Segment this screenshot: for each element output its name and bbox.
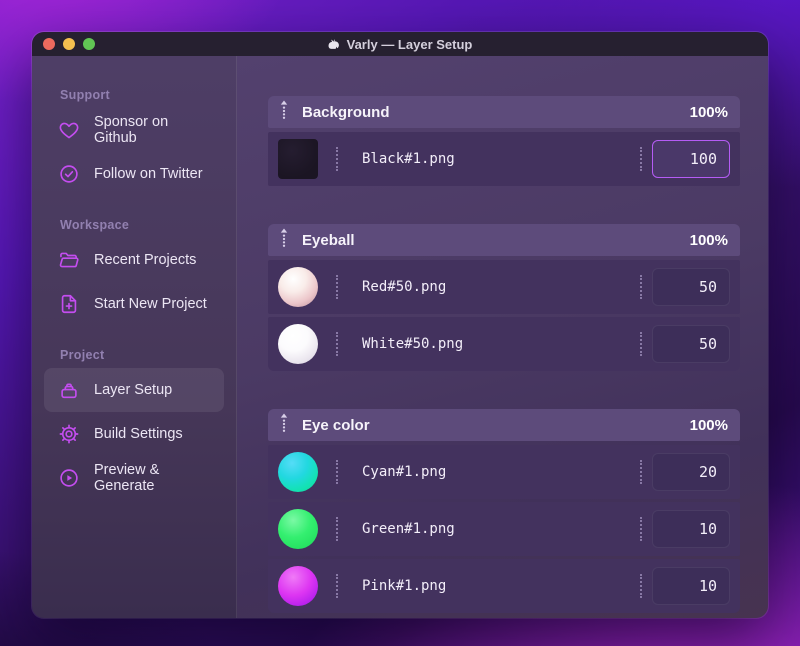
drag-grip-icon[interactable] xyxy=(640,147,642,171)
layer-row[interactable]: Green#1.png xyxy=(268,502,740,556)
drag-handle-icon[interactable] xyxy=(278,99,290,126)
drag-grip-icon[interactable] xyxy=(336,275,338,299)
group-rows: Cyan#1.png Green#1.png xyxy=(268,445,740,613)
drag-grip-icon[interactable] xyxy=(640,275,642,299)
sidebar-section-label-workspace: Workspace xyxy=(60,218,130,232)
sidebar-item-start-new-project[interactable]: Start New Project xyxy=(44,282,224,326)
weight-input[interactable] xyxy=(652,510,730,548)
drag-grip-icon[interactable] xyxy=(336,332,338,356)
layer-filename: Black#1.png xyxy=(362,151,455,167)
layer-group-background: Background 100% Black#1.png xyxy=(268,96,740,186)
sidebar-item-label: Layer Setup xyxy=(94,382,173,398)
group-weight: 100% xyxy=(689,231,728,249)
weight-input[interactable] xyxy=(652,268,730,306)
heart-icon xyxy=(58,119,80,141)
play-circle-icon xyxy=(58,467,80,489)
layers-bag-icon xyxy=(58,379,80,401)
unicorn-icon xyxy=(328,38,341,51)
layer-thumbnail-red xyxy=(278,267,318,307)
drag-grip-icon[interactable] xyxy=(640,460,642,484)
layer-filename: Green#1.png xyxy=(362,521,455,537)
app-window: Varly — Layer Setup Support Sponsor on G… xyxy=(32,32,768,618)
layer-thumbnail-green xyxy=(278,509,318,549)
layer-thumbnail-pink xyxy=(278,566,318,606)
layer-setup-panel: Background 100% Black#1.png 100 Eyeball … xyxy=(237,56,768,618)
drag-grip-icon[interactable] xyxy=(336,147,338,171)
group-title: Eyeball xyxy=(302,231,355,249)
layer-group-eyeball: Eyeball 100% Red#50.png 50 White#50.png … xyxy=(268,224,740,371)
layer-thumbnail-white xyxy=(278,324,318,364)
sidebar: Support Sponsor on Github Follow on Twit… xyxy=(32,56,237,618)
sidebar-item-label: Start New Project xyxy=(94,296,207,312)
verified-check-icon xyxy=(58,163,80,185)
titlebar[interactable]: Varly — Layer Setup xyxy=(32,32,768,56)
group-weight: 100% xyxy=(689,416,728,434)
drag-handle-icon[interactable] xyxy=(278,412,290,439)
drag-grip-icon[interactable] xyxy=(640,332,642,356)
sidebar-section-label-support: Support xyxy=(60,88,111,102)
traffic-lights xyxy=(43,32,95,56)
gear-icon xyxy=(58,423,80,445)
drag-grip-icon[interactable] xyxy=(640,517,642,541)
group-title: Eye color xyxy=(302,416,370,434)
sidebar-item-recent-projects[interactable]: Recent Projects xyxy=(44,238,224,282)
weight-input[interactable] xyxy=(652,453,730,491)
sidebar-item-layer-setup[interactable]: Layer Setup xyxy=(44,368,224,412)
drag-handle-icon[interactable] xyxy=(278,227,290,254)
weight-input[interactable] xyxy=(652,567,730,605)
sidebar-item-sponsor-github[interactable]: Sponsor on Github xyxy=(44,108,224,152)
group-header[interactable]: Background 100% xyxy=(268,96,740,128)
layer-row[interactable]: Black#1.png xyxy=(268,132,740,186)
layer-row[interactable]: Red#50.png xyxy=(268,260,740,314)
window-title: Varly — Layer Setup xyxy=(328,36,473,52)
group-header[interactable]: Eye color 100% xyxy=(268,409,740,441)
drag-grip-icon[interactable] xyxy=(336,460,338,484)
file-plus-icon xyxy=(58,293,80,315)
group-rows: Black#1.png xyxy=(268,132,740,186)
window-body: Support Sponsor on Github Follow on Twit… xyxy=(32,56,768,618)
window-title-text: Varly — Layer Setup xyxy=(346,36,473,52)
layer-thumbnail-cyan xyxy=(278,452,318,492)
layer-filename: White#50.png xyxy=(362,336,464,352)
sidebar-item-label: Follow on Twitter xyxy=(94,166,203,182)
layer-filename: Red#50.png xyxy=(362,279,447,295)
group-title: Background xyxy=(302,103,390,121)
sidebar-item-build-settings[interactable]: Build Settings xyxy=(44,412,224,456)
zoom-button[interactable] xyxy=(83,38,95,50)
group-header[interactable]: Eyeball 100% xyxy=(268,224,740,256)
sidebar-item-label: Sponsor on Github xyxy=(94,114,169,146)
group-weight: 100% xyxy=(689,103,728,121)
drag-grip-icon[interactable] xyxy=(336,574,338,598)
sidebar-item-label: Recent Projects xyxy=(94,252,197,268)
group-rows: Red#50.png White#50.png xyxy=(268,260,740,371)
drag-grip-icon[interactable] xyxy=(336,517,338,541)
sidebar-item-label: Build Settings xyxy=(94,426,183,442)
layer-group-eye-color: Eye color 100% Cyan#1.png 20 Green#1.png… xyxy=(268,409,740,613)
layer-filename: Pink#1.png xyxy=(362,578,447,594)
layer-filename: Cyan#1.png xyxy=(362,464,447,480)
minimize-button[interactable] xyxy=(63,38,75,50)
close-button[interactable] xyxy=(43,38,55,50)
folder-icon xyxy=(58,249,80,271)
layer-row[interactable]: Pink#1.png xyxy=(268,559,740,613)
weight-input[interactable] xyxy=(652,140,730,178)
sidebar-item-label: Preview & Generate xyxy=(94,462,160,494)
layer-row[interactable]: White#50.png xyxy=(268,317,740,371)
layer-thumbnail-black xyxy=(278,139,318,179)
weight-input[interactable] xyxy=(652,325,730,363)
sidebar-item-preview-generate[interactable]: Preview & Generate xyxy=(44,456,224,500)
layer-row[interactable]: Cyan#1.png xyxy=(268,445,740,499)
sidebar-item-follow-twitter[interactable]: Follow on Twitter xyxy=(44,152,224,196)
drag-grip-icon[interactable] xyxy=(640,574,642,598)
sidebar-section-label-project: Project xyxy=(60,348,105,362)
